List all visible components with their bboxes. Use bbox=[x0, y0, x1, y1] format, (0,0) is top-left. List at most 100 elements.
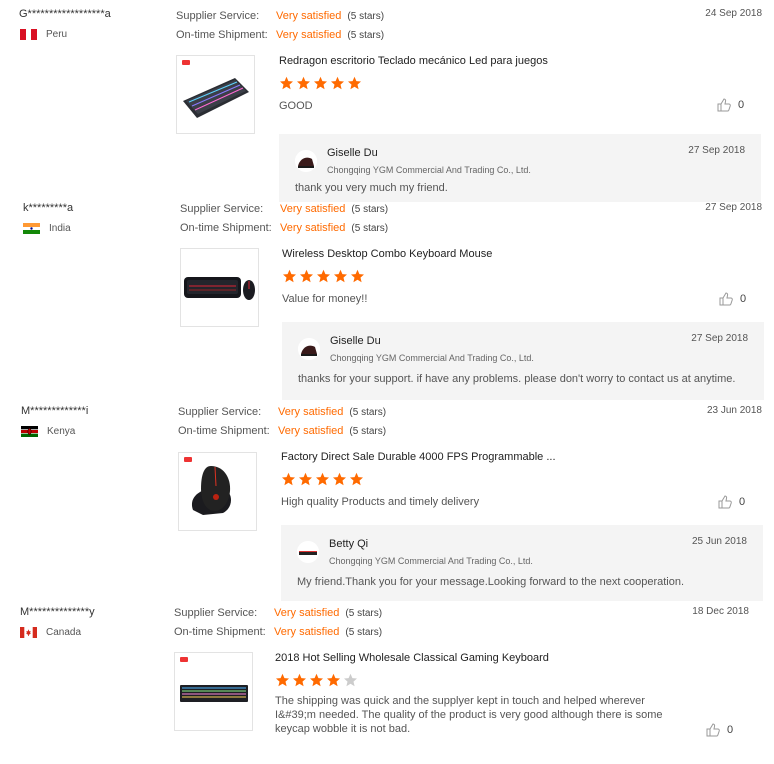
rating-stars-text: (5 stars) bbox=[345, 627, 383, 638]
product-image[interactable] bbox=[176, 55, 255, 134]
star-filled-icon bbox=[310, 673, 323, 687]
country-name: Kenya bbox=[47, 426, 76, 437]
star-filled-icon bbox=[314, 76, 327, 90]
review-date: 23 Jun 2018 bbox=[706, 405, 762, 416]
star-filled-icon bbox=[282, 472, 295, 486]
product-image[interactable] bbox=[174, 652, 253, 731]
star-filled-icon bbox=[283, 269, 296, 283]
thumbs-up-icon bbox=[719, 292, 733, 306]
product-rating-stars bbox=[275, 673, 358, 688]
keyboard-mouse-icon bbox=[184, 277, 255, 300]
helpful-button[interactable]: 0 bbox=[719, 292, 746, 306]
ontime-shipment-rating: On-time Shipment: Very satisfied (5 stars) bbox=[180, 222, 388, 234]
rating-stars-text: (5 stars) bbox=[351, 204, 389, 215]
rating-stars-text: (5 stars) bbox=[345, 608, 383, 619]
product-image[interactable] bbox=[178, 452, 257, 531]
supplier-reply: Giselle Du Chongqing YGM Commercial And … bbox=[279, 134, 761, 202]
star-filled-icon bbox=[299, 472, 312, 486]
reviewer-name: M**************y bbox=[20, 606, 95, 618]
rating-value: Very satisfied bbox=[280, 203, 346, 215]
star-filled-icon bbox=[316, 472, 329, 486]
rating-stars-text: (5 stars) bbox=[347, 30, 385, 41]
reviewer-name: k*********a bbox=[23, 202, 74, 214]
keyboard-icon bbox=[183, 78, 249, 118]
review-comment: High quality Products and timely deliver… bbox=[281, 496, 480, 508]
rating-value: Very satisfied bbox=[280, 222, 346, 234]
star-empty-icon bbox=[344, 673, 357, 687]
product-title-link[interactable]: Factory Direct Sale Durable 4000 FPS Pro… bbox=[281, 451, 556, 463]
reply-text: My friend.Thank you for your message.Loo… bbox=[297, 576, 685, 588]
review-date: 27 Sep 2018 bbox=[705, 202, 762, 213]
review-comment: Value for money!! bbox=[282, 293, 368, 305]
star-filled-icon bbox=[317, 269, 330, 283]
rating-label: Supplier Service: bbox=[180, 203, 264, 215]
avatar bbox=[298, 338, 320, 360]
star-filled-icon bbox=[297, 76, 310, 90]
star-filled-icon bbox=[280, 76, 293, 90]
helpful-count: 0 bbox=[739, 496, 746, 508]
reviewer-name: G******************a bbox=[19, 8, 111, 20]
supplier-reply: Betty Qi Chongqing YGM Commercial And Tr… bbox=[281, 525, 763, 601]
rating-value: Very satisfied bbox=[274, 626, 340, 638]
rating-value: Very satisfied bbox=[276, 10, 342, 22]
avatar bbox=[297, 541, 319, 563]
product-title-link[interactable]: Redragon escritorio Teclado mecánico Led… bbox=[279, 55, 548, 67]
reply-company: Chongqing YGM Commercial And Trading Co.… bbox=[327, 165, 531, 175]
country-name: India bbox=[49, 223, 71, 234]
product-rating-stars bbox=[279, 76, 362, 91]
flag-kenya-icon bbox=[21, 426, 38, 437]
review-comment: GOOD bbox=[279, 100, 313, 112]
helpful-count: 0 bbox=[727, 724, 734, 736]
supplier-reply: Giselle Du Chongqing YGM Commercial And … bbox=[282, 322, 764, 400]
rating-stars-text: (5 stars) bbox=[349, 407, 387, 418]
star-filled-icon bbox=[351, 269, 364, 283]
reply-company: Chongqing YGM Commercial And Trading Co.… bbox=[329, 556, 533, 566]
reply-company: Chongqing YGM Commercial And Trading Co.… bbox=[330, 353, 534, 363]
reviewer-country: Kenya bbox=[21, 426, 75, 437]
product-image[interactable] bbox=[180, 248, 259, 327]
supplier-service-rating: Supplier Service: Very satisfied (5 stars) bbox=[174, 607, 382, 619]
rating-label: Supplier Service: bbox=[174, 607, 258, 619]
star-filled-icon bbox=[350, 472, 363, 486]
rating-stars-text: (5 stars) bbox=[351, 223, 389, 234]
rating-label: On-time Shipment: bbox=[180, 222, 272, 234]
product-title-link[interactable]: 2018 Hot Selling Wholesale Classical Gam… bbox=[275, 652, 549, 664]
helpful-button[interactable]: 0 bbox=[718, 495, 745, 509]
flag-peru-icon bbox=[20, 29, 37, 40]
rating-value: Very satisfied bbox=[278, 406, 344, 418]
gaming-mouse-icon bbox=[191, 466, 231, 515]
review-date: 18 Dec 2018 bbox=[692, 606, 749, 617]
reply-author: Giselle Du bbox=[327, 147, 378, 159]
thumbs-up-icon bbox=[718, 495, 732, 509]
star-filled-icon bbox=[334, 269, 347, 283]
country-name: Peru bbox=[46, 29, 68, 40]
country-name: Canada bbox=[46, 627, 82, 638]
rating-stars-text: (5 stars) bbox=[349, 426, 387, 437]
reply-date: 25 Jun 2018 bbox=[691, 536, 747, 547]
rating-label: Supplier Service: bbox=[176, 10, 260, 22]
star-filled-icon bbox=[293, 673, 306, 687]
reviewer-country: Peru bbox=[20, 29, 67, 40]
review-date: 24 Sep 2018 bbox=[705, 8, 762, 19]
rating-value: Very satisfied bbox=[278, 425, 344, 437]
star-filled-icon bbox=[327, 673, 340, 687]
avatar bbox=[295, 150, 317, 172]
helpful-count: 0 bbox=[740, 293, 747, 305]
rating-label: On-time Shipment: bbox=[176, 29, 268, 41]
reviewer-country: Canada bbox=[20, 627, 81, 638]
supplier-service-rating: Supplier Service: Very satisfied (5 stars) bbox=[178, 406, 386, 418]
supplier-service-rating: Supplier Service: Very satisfied (5 stars) bbox=[176, 10, 384, 22]
rating-value: Very satisfied bbox=[276, 29, 342, 41]
reviewer-country: India bbox=[23, 223, 71, 234]
helpful-button[interactable]: 0 bbox=[706, 723, 733, 737]
reply-text: thank you very much my friend. bbox=[295, 182, 448, 194]
star-filled-icon bbox=[300, 269, 313, 283]
rating-label: On-time Shipment: bbox=[178, 425, 270, 437]
product-title-link[interactable]: Wireless Desktop Combo Keyboard Mouse bbox=[282, 248, 492, 260]
flag-india-icon bbox=[23, 223, 40, 234]
star-filled-icon bbox=[276, 673, 289, 687]
thumbs-up-icon bbox=[706, 723, 720, 737]
reply-date: 27 Sep 2018 bbox=[688, 145, 745, 156]
helpful-button[interactable]: 0 bbox=[717, 98, 744, 112]
rating-label: Supplier Service: bbox=[178, 406, 262, 418]
